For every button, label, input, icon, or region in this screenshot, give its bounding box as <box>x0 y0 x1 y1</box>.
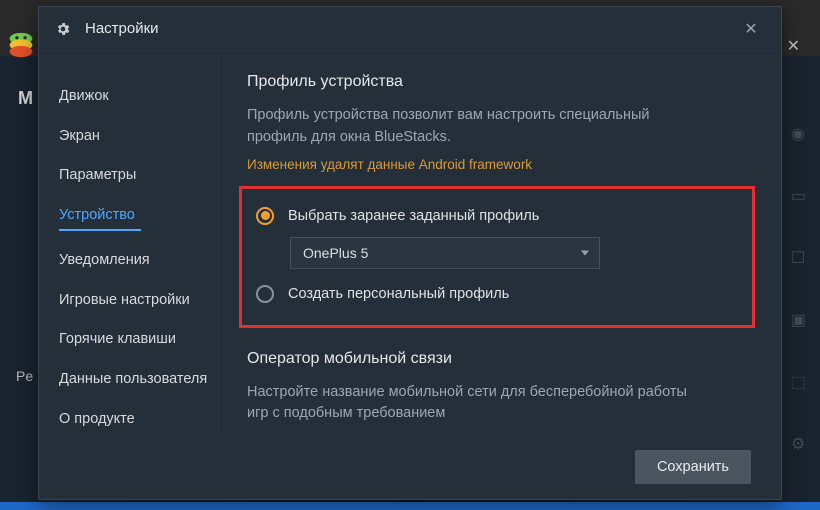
sidebar: Движок Экран Параметры Устройство Уведом… <box>39 51 219 435</box>
sidebar-item-label: Игровые настройки <box>59 292 190 308</box>
sidebar-item-hotkeys[interactable]: Горячие клавиши <box>59 320 218 360</box>
section-title-device-profile: Профиль устройства <box>247 73 753 91</box>
section-desc: Профиль устройства позволит вам настроит… <box>247 105 707 149</box>
sidebar-item-label: О продукте <box>59 411 135 427</box>
gear-icon <box>55 21 71 37</box>
sidebar-item-label: Экран <box>59 128 100 144</box>
sidebar-item-game-settings[interactable]: Игровые настройки <box>59 281 218 321</box>
radio-label: Создать персональный профиль <box>288 286 509 302</box>
sidebar-item-label: Параметры <box>59 167 136 183</box>
chevron-down-icon <box>581 250 589 255</box>
background-right-icons: ◉ ▭ ☐ ▣ ⬚ ⚙ <box>791 124 806 454</box>
sidebar-item-screen[interactable]: Экран <box>59 117 218 157</box>
radio-icon <box>256 207 274 225</box>
sidebar-item-label: Данные пользователя <box>59 371 207 387</box>
background-text-bottom: Pe <box>16 368 33 384</box>
highlight-box: Выбрать заранее заданный профиль OnePlus… <box>239 186 755 328</box>
sidebar-item-device[interactable]: Устройство <box>59 196 218 242</box>
bg-icon: ▣ <box>791 310 806 330</box>
modal-header: Настройки ✕ <box>39 7 781 51</box>
close-icon: ✕ <box>744 19 757 39</box>
close-button[interactable]: ✕ <box>737 15 765 43</box>
sidebar-item-notifications[interactable]: Уведомления <box>59 241 218 281</box>
bluestacks-logo-icon <box>8 32 34 58</box>
modal-footer: Сохранить <box>39 435 781 499</box>
sidebar-item-parameters[interactable]: Параметры <box>59 156 218 196</box>
sidebar-item-label: Движок <box>59 88 109 104</box>
bg-icon: ⬚ <box>791 372 806 392</box>
sidebar-item-user-data[interactable]: Данные пользователя <box>59 360 218 400</box>
select-value: OnePlus 5 <box>303 245 368 261</box>
bg-icon: ☐ <box>791 248 806 268</box>
select-wrap: OnePlus 5 <box>290 237 734 269</box>
section-title-carrier: Оператор мобильной связи <box>247 350 753 368</box>
background-close-icon: ✕ <box>787 36 800 56</box>
modal-body: Движок Экран Параметры Устройство Уведом… <box>39 51 781 435</box>
background-text: M <box>18 88 33 109</box>
sidebar-item-engine[interactable]: Движок <box>59 77 218 117</box>
bg-gear-icon: ⚙ <box>791 434 806 454</box>
background-taskbar <box>0 502 820 510</box>
save-button[interactable]: Сохранить <box>635 450 751 484</box>
radio-custom-profile[interactable]: Создать персональный профиль <box>256 279 734 309</box>
bg-icon: ◉ <box>791 124 806 144</box>
sidebar-item-label: Устройство <box>59 207 135 223</box>
section-warning: Изменения удалят данные Android framewor… <box>247 157 753 172</box>
modal-title: Настройки <box>85 20 737 37</box>
bg-icon: ▭ <box>791 186 806 206</box>
content-panel: Профиль устройства Профиль устройства по… <box>219 51 781 435</box>
radio-label: Выбрать заранее заданный профиль <box>288 208 539 224</box>
sidebar-item-label: Горячие клавиши <box>59 331 176 347</box>
settings-modal: Настройки ✕ Движок Экран Параметры Устро… <box>38 6 782 500</box>
radio-preset-profile[interactable]: Выбрать заранее заданный профиль <box>256 201 734 231</box>
device-profile-select[interactable]: OnePlus 5 <box>290 237 600 269</box>
radio-icon <box>256 285 274 303</box>
sidebar-item-label: Уведомления <box>59 252 150 268</box>
section-carrier: Оператор мобильной связи Настройте назва… <box>247 350 753 426</box>
section-desc: Настройте название мобильной сети для бе… <box>247 382 707 426</box>
sidebar-item-about[interactable]: О продукте <box>59 400 218 436</box>
